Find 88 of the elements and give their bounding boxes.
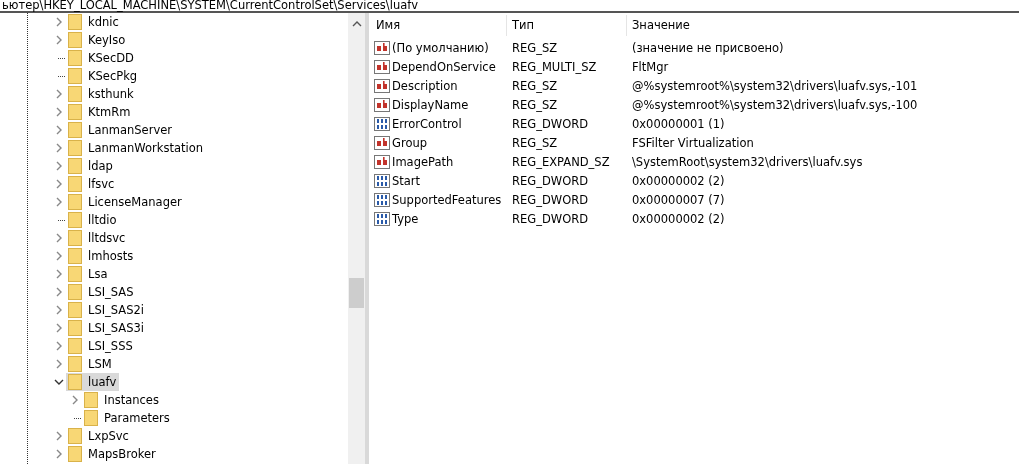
address-bar[interactable]: ьютер\HKEY_LOCAL_MACHINE\SYSTEM\CurrentControlSet\Services\luafv bbox=[0, 0, 1019, 13]
value-name: ErrorControl bbox=[392, 116, 462, 131]
tree-item[interactable]: KSecDD bbox=[66, 49, 137, 67]
value-name: (По умолчанию) bbox=[392, 40, 489, 55]
tree-item[interactable]: Instances bbox=[82, 391, 162, 409]
folder-icon bbox=[68, 230, 82, 246]
value-name: Group bbox=[392, 135, 427, 150]
value-data: \SystemRoot\system32\drivers\luafv.sys bbox=[632, 154, 863, 169]
folder-icon bbox=[68, 356, 82, 372]
folder-icon bbox=[68, 140, 82, 156]
value-type: REG_DWORD bbox=[512, 173, 589, 188]
folder-icon bbox=[68, 302, 82, 318]
tree-item[interactable]: KSecPkg bbox=[66, 67, 141, 85]
folder-icon bbox=[68, 284, 82, 300]
value-type: REG_SZ bbox=[512, 78, 558, 93]
tree-item[interactable]: LxpSvc bbox=[66, 427, 132, 445]
folder-icon bbox=[68, 158, 82, 174]
value-data: FSFilter Virtualization bbox=[632, 135, 754, 150]
tree-item[interactable]: kdnic bbox=[66, 13, 122, 31]
column-header[interactable]: Имя bbox=[371, 15, 507, 36]
value-data: @%systemroot%\system32\drivers\luafv.sys,-100 bbox=[632, 97, 918, 112]
value-name: DependOnService bbox=[392, 59, 496, 74]
value-type: REG_SZ bbox=[512, 135, 558, 150]
folder-icon bbox=[68, 428, 82, 444]
value-type: REG_MULTI_SZ bbox=[512, 59, 597, 74]
tree-item[interactable]: LicenseManager bbox=[66, 193, 185, 211]
value-name: Description bbox=[392, 78, 458, 93]
tree-item[interactable]: lltdio bbox=[66, 211, 120, 229]
tree-item[interactable]: ldap bbox=[66, 157, 116, 175]
expand-chevron-icon[interactable] bbox=[54, 377, 64, 387]
value-type: REG_SZ bbox=[512, 40, 558, 55]
value-type: REG_EXPAND_SZ bbox=[512, 154, 610, 169]
value-data: 0x00000002 (2) bbox=[632, 173, 725, 188]
tree-item[interactable]: LSI_SSS bbox=[66, 337, 136, 355]
tree-item[interactable]: KtmRm bbox=[66, 103, 134, 121]
tree-item[interactable]: LSI_SAS bbox=[66, 283, 137, 301]
value-name: DisplayName bbox=[392, 97, 469, 112]
tree-item[interactable]: LSI_SAS2i bbox=[66, 301, 148, 319]
folder-icon bbox=[68, 14, 82, 30]
tree-item[interactable]: LSM bbox=[66, 355, 115, 373]
tree-item[interactable]: LanmanWorkstation bbox=[66, 139, 206, 157]
scrollbar[interactable] bbox=[348, 13, 365, 464]
value-type: REG_DWORD bbox=[512, 211, 589, 226]
value-name: ImagePath bbox=[392, 154, 454, 169]
column-header[interactable]: Тип bbox=[507, 15, 627, 36]
value-data: 0x00000007 (7) bbox=[632, 192, 725, 207]
folder-icon bbox=[68, 50, 82, 66]
scroll-up-icon[interactable] bbox=[352, 20, 362, 28]
tree-item[interactable]: lfsvc bbox=[66, 175, 118, 193]
value-type: REG_SZ bbox=[512, 97, 558, 112]
value-data: FltMgr bbox=[632, 59, 669, 74]
folder-icon bbox=[68, 176, 82, 192]
tree-item[interactable]: MapsBroker bbox=[66, 445, 159, 463]
value-type: REG_DWORD bbox=[512, 116, 589, 131]
value-name: Type bbox=[392, 211, 419, 226]
folder-icon bbox=[68, 446, 82, 462]
value-type: REG_DWORD bbox=[512, 192, 589, 207]
folder-icon bbox=[68, 320, 82, 336]
folder-icon bbox=[68, 32, 82, 48]
tree-item[interactable]: KeyIso bbox=[66, 31, 129, 49]
folder-icon bbox=[68, 374, 82, 390]
folder-icon bbox=[68, 248, 82, 264]
folder-icon bbox=[68, 212, 82, 228]
folder-icon bbox=[84, 392, 98, 408]
value-data: 0x00000001 (1) bbox=[632, 116, 725, 131]
tree-item[interactable]: LSI_SAS3i bbox=[66, 319, 148, 337]
tree-item[interactable]: luafv bbox=[66, 373, 120, 391]
value-data: @%systemroot%\system32\drivers\luafv.sys,-101 bbox=[632, 78, 918, 93]
folder-icon bbox=[68, 266, 82, 282]
value-name: Start bbox=[392, 173, 421, 188]
value-data: 0x00000002 (2) bbox=[632, 211, 725, 226]
tree-item[interactable]: lmhosts bbox=[66, 247, 137, 265]
value-data: (значение не присвоено) bbox=[632, 40, 784, 55]
folder-icon bbox=[68, 68, 82, 84]
column-header[interactable]: Значение bbox=[627, 15, 1019, 36]
tree-item[interactable]: Lsa bbox=[66, 265, 111, 283]
value-name: SupportedFeatures bbox=[392, 192, 502, 207]
folder-icon bbox=[68, 122, 82, 138]
folder-icon bbox=[68, 338, 82, 354]
tree-item[interactable]: ksthunk bbox=[66, 85, 137, 103]
tree-item[interactable]: Parameters bbox=[82, 409, 173, 427]
folder-icon bbox=[68, 194, 82, 210]
folder-icon bbox=[68, 104, 82, 120]
folder-icon bbox=[84, 410, 98, 426]
folder-icon bbox=[68, 86, 82, 102]
scrollbar-thumb[interactable] bbox=[349, 278, 364, 308]
tree-item[interactable]: lltdsvc bbox=[66, 229, 129, 247]
tree-item[interactable]: LanmanServer bbox=[66, 121, 175, 139]
